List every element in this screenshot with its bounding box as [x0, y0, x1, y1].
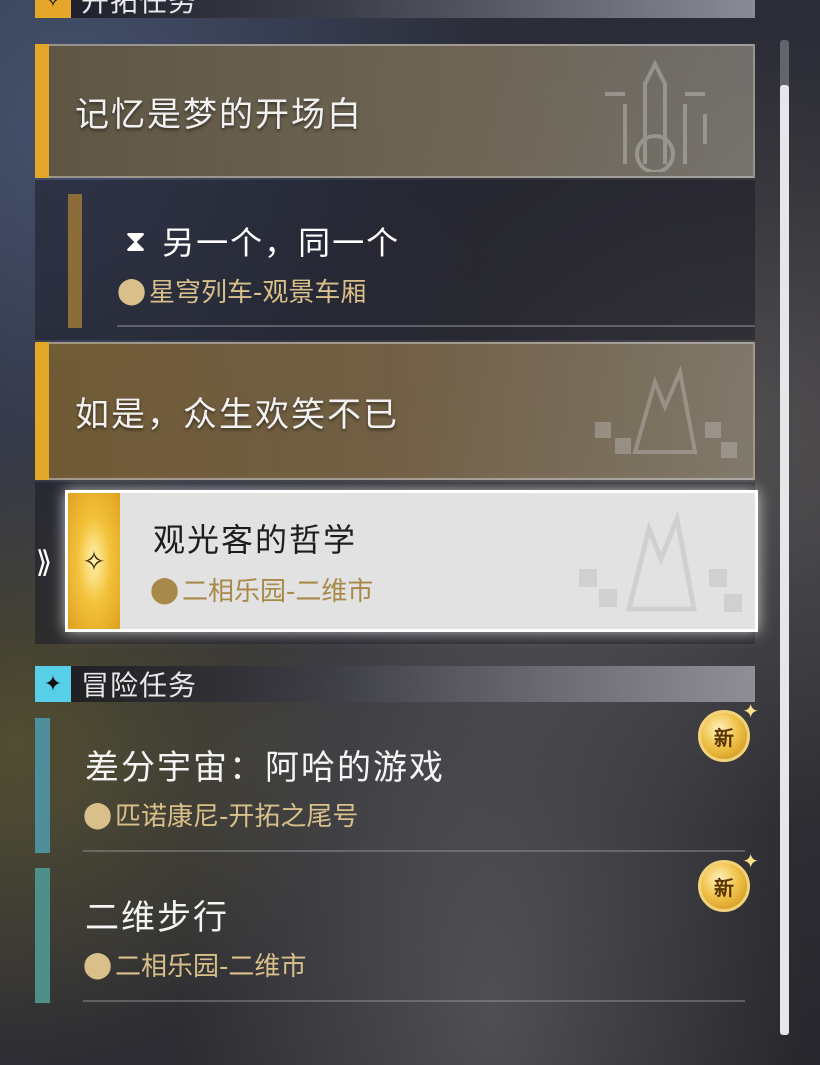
mission-row[interactable]: 二维步行 ⬤ 二相乐园-二维市 新: [35, 849, 759, 1008]
new-badge: 新: [698, 849, 759, 912]
four-point-star-icon: ✦: [35, 666, 71, 702]
chapter-row[interactable]: 记忆是梦的开场白: [35, 44, 755, 178]
divider: [83, 850, 745, 852]
chapter-row[interactable]: 如是，众生欢笑不已: [35, 342, 755, 480]
section-header-trailblaze: ✧ 开拓任务: [35, 0, 755, 18]
chapter-emblem-icon: [605, 59, 707, 172]
subquest-title: 另一个，同一个: [162, 224, 401, 262]
section-header-adventure: ✦ 冒险任务: [35, 666, 755, 702]
subquest-row-selected[interactable]: ✧ 观光客的哲学 ⬤ 二相乐园-二维市: [65, 490, 758, 632]
section-title: 冒险任务: [81, 669, 198, 702]
location-pin-icon: ⬤: [117, 275, 147, 306]
chapter-title: 如是，众生欢笑不已: [75, 394, 399, 435]
mission-status-bar: [35, 868, 50, 1003]
location-pin-icon: ⬤: [83, 949, 113, 980]
new-badge: 新: [698, 699, 759, 762]
selection-cursor-icon: ⟫: [35, 544, 53, 580]
section-title: 开拓任务: [81, 0, 198, 18]
subquest-location: ⬤ 二相乐园-二维市: [150, 571, 373, 608]
subquest-title-row: ⧗ 另一个，同一个: [125, 218, 400, 264]
subquest-title: 观光客的哲学: [153, 521, 358, 559]
mission-location: ⬤ 二相乐园-二维市: [83, 946, 306, 983]
mission-row[interactable]: 差分宇宙：阿哈的游戏 ⬤ 匹诺康尼-开拓之尾号 新: [35, 699, 759, 858]
location-text: 二相乐园-二维市: [182, 577, 374, 607]
location-text: 二相乐园-二维市: [115, 952, 307, 982]
mission-status-bar: [35, 718, 50, 853]
chapter-emblem-icon: [579, 510, 742, 612]
divider: [83, 1000, 745, 1002]
mission-title: 差分宇宙：阿哈的游戏: [85, 748, 445, 788]
chapter-emblem-icon: [595, 365, 737, 458]
chapter-title: 记忆是梦的开场白: [75, 94, 363, 135]
location-pin-icon: ⬤: [150, 574, 180, 605]
location-text: 星穹列车-观景车厢: [149, 278, 367, 308]
subquest-row[interactable]: ⧗ 另一个，同一个 ⬤ 星穹列车-观景车厢: [35, 180, 755, 340]
subquest-location: ⬤ 星穹列车-观景车厢: [117, 272, 366, 309]
mission-log-panel: ✧ 开拓任务 记忆是梦的开场白 ⧗ 另一个，同一个 ⬤ 星穹列车-观景车厢 如是…: [0, 0, 820, 1065]
subquest-status-bar: [68, 194, 82, 328]
trailblaze-icon: ✧: [35, 0, 71, 18]
hourglass-icon: ⧗: [125, 223, 149, 259]
divider: [117, 325, 755, 327]
scrollbar-thumb[interactable]: [780, 85, 789, 1035]
mission-location: ⬤ 匹诺康尼-开拓之尾号: [83, 796, 358, 833]
mission-title: 二维步行: [85, 898, 229, 938]
tracking-star-icon: ✧: [68, 493, 120, 629]
location-text: 匹诺康尼-开拓之尾号: [115, 802, 359, 832]
location-pin-icon: ⬤: [83, 799, 113, 830]
